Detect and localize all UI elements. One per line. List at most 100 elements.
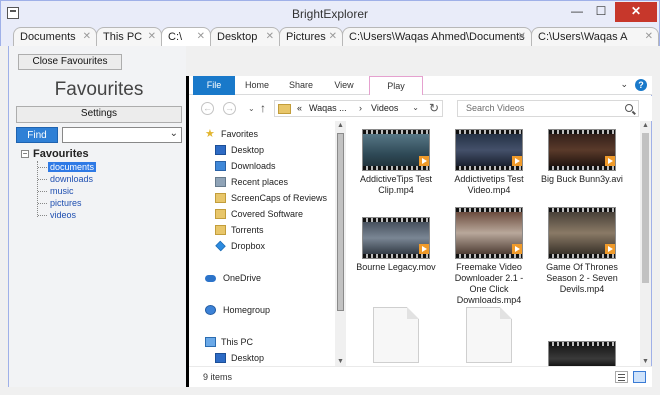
- nav-item-downloads[interactable]: Downloads: [189, 158, 349, 174]
- nav-favorites[interactable]: ★ Favorites: [189, 126, 349, 142]
- maximize-button[interactable]: ☐: [589, 2, 613, 22]
- ribbon-tab-share[interactable]: Share: [283, 76, 319, 95]
- forward-arrow-icon[interactable]: →: [223, 102, 236, 115]
- file-item[interactable]: Addictivetips Test Video.mp4: [445, 129, 533, 196]
- search-icon[interactable]: [625, 104, 633, 112]
- tree-item-label: documents: [48, 162, 97, 172]
- file-item[interactable]: AddictiveTips Test Clip.mp4: [352, 129, 440, 196]
- find-dropdown[interactable]: ⌄: [62, 127, 182, 143]
- scrollbar-thumb[interactable]: [642, 133, 649, 283]
- settings-button[interactable]: Settings: [16, 106, 182, 123]
- video-thumbnail: [455, 129, 523, 171]
- nav-item-covered-software[interactable]: Covered Software: [189, 206, 349, 222]
- nav-homegroup[interactable]: Homegroup: [189, 302, 349, 318]
- window-title: BrightExplorer: [291, 7, 369, 21]
- large-icons-view-icon[interactable]: [633, 371, 646, 383]
- scroll-down-icon[interactable]: ▼: [641, 358, 650, 365]
- tab-close-icon[interactable]: ✕: [148, 28, 156, 46]
- play-icon: [512, 244, 522, 254]
- nav-label: Desktop: [231, 353, 265, 363]
- nav-this-pc[interactable]: This PC: [189, 334, 349, 350]
- close-favourites-button[interactable]: Close Favourites: [18, 54, 122, 70]
- file-item[interactable]: Bourne Legacy.mov: [352, 217, 440, 273]
- file-item[interactable]: [445, 307, 533, 363]
- tree-item-documents[interactable]: documents: [38, 161, 181, 173]
- tab-documents[interactable]: Documents ✕: [13, 27, 97, 46]
- details-view-icon[interactable]: [615, 371, 628, 383]
- tab-pictures[interactable]: Pictures ✕: [279, 27, 343, 46]
- tab-documents-path[interactable]: C:\Users\Waqas Ahmed\Documents ✕: [342, 27, 532, 46]
- nav-item-dropbox[interactable]: Dropbox: [189, 238, 349, 254]
- film-strip: [363, 130, 429, 134]
- breadcrumb-videos[interactable]: Videos: [371, 103, 398, 113]
- find-button[interactable]: Find: [16, 127, 58, 143]
- tab-this-pc[interactable]: This PC ✕: [96, 27, 162, 46]
- explorer-pane: File Home Share View Play ⌄ ? ← → ⌄ ↑ « …: [189, 76, 652, 387]
- nav-onedrive[interactable]: OneDrive: [189, 270, 349, 286]
- nav-item-screencaps[interactable]: ScreenCaps of Reviews: [189, 190, 349, 206]
- computer-icon: [205, 337, 216, 347]
- scroll-up-icon[interactable]: ▲: [336, 122, 345, 129]
- ribbon-tab-play[interactable]: Play: [369, 76, 423, 95]
- address-field[interactable]: « Waqas ... › Videos ⌄ ↻: [274, 100, 443, 117]
- breadcrumb-waqas[interactable]: Waqas ...: [309, 103, 347, 113]
- file-item[interactable]: Freemake Video Downloader 2.1 - One Clic…: [445, 207, 533, 306]
- recent-locations-icon[interactable]: ⌄: [248, 104, 255, 113]
- tab-close-icon[interactable]: ✕: [83, 28, 91, 46]
- nav-label: Torrents: [231, 225, 264, 235]
- collapse-icon[interactable]: −: [21, 150, 29, 158]
- refresh-icon[interactable]: ↻: [429, 101, 439, 115]
- nav-item-recent-places[interactable]: Recent places: [189, 174, 349, 190]
- film-strip: [549, 342, 615, 346]
- tab-label: Documents: [20, 31, 76, 43]
- tab-close-icon[interactable]: ✕: [645, 28, 653, 46]
- tab-c-drive[interactable]: C:\ ✕: [161, 27, 211, 46]
- minimize-button[interactable]: —: [565, 2, 589, 22]
- address-prefix: «: [297, 103, 303, 113]
- ribbon-tab-home[interactable]: Home: [239, 76, 275, 95]
- tree-item-music[interactable]: music: [38, 185, 181, 197]
- tab-close-icon[interactable]: ✕: [266, 28, 274, 46]
- favourites-heading: Favourites: [54, 79, 144, 100]
- up-arrow-icon[interactable]: ↑: [260, 101, 266, 115]
- ribbon-tab-view[interactable]: View: [327, 76, 361, 95]
- scroll-up-icon[interactable]: ▲: [641, 122, 650, 129]
- nav-label: Recent places: [231, 177, 289, 187]
- breadcrumb-separator-icon[interactable]: ›: [359, 103, 362, 113]
- tree-item-pictures[interactable]: pictures: [38, 197, 181, 209]
- search-input[interactable]: Search Videos: [457, 100, 639, 117]
- content-scrollbar[interactable]: ▲ ▼: [640, 121, 651, 366]
- nav-item-desktop[interactable]: Desktop: [189, 142, 349, 158]
- tree-item-downloads[interactable]: downloads: [38, 173, 181, 185]
- tab-desktop[interactable]: Desktop ✕: [210, 27, 280, 46]
- address-dropdown-icon[interactable]: ⌄: [412, 103, 419, 112]
- nav-pc-desktop[interactable]: Desktop: [189, 350, 349, 366]
- scroll-down-icon[interactable]: ▼: [336, 358, 345, 365]
- tab-close-icon[interactable]: ✕: [197, 28, 205, 46]
- nav-label: ScreenCaps of Reviews: [231, 193, 328, 203]
- navigation-scrollbar[interactable]: ▲ ▼: [335, 121, 346, 366]
- tree-item-videos[interactable]: videos: [38, 209, 181, 221]
- nav-item-torrents[interactable]: Torrents: [189, 222, 349, 238]
- play-icon: [605, 244, 615, 254]
- film-strip: [549, 130, 615, 134]
- back-arrow-icon[interactable]: ←: [201, 102, 214, 115]
- tree-root-favourites[interactable]: − Favourites: [21, 148, 181, 161]
- tab-user-path[interactable]: C:\Users\Waqas A ✕: [531, 27, 659, 46]
- expand-ribbon-icon[interactable]: ⌄: [620, 79, 628, 90]
- ribbon-tab-file[interactable]: File: [193, 76, 235, 95]
- file-item[interactable]: Game Of Thrones Season 2 - Seven Devils.…: [538, 207, 626, 295]
- tab-close-icon[interactable]: ✕: [329, 28, 337, 46]
- scrollbar-thumb[interactable]: [337, 133, 344, 311]
- file-name: Game Of Thrones Season 2 - Seven Devils.…: [546, 262, 618, 294]
- search-placeholder: Search Videos: [466, 103, 525, 113]
- file-item[interactable]: Big Buck Bunn3y.avi: [538, 129, 626, 185]
- file-item[interactable]: [352, 307, 440, 363]
- close-window-button[interactable]: ✕: [615, 2, 657, 22]
- tab-close-icon[interactable]: ✕: [518, 28, 526, 46]
- downloads-icon: [215, 161, 226, 171]
- file-item[interactable]: [538, 341, 626, 366]
- onedrive-cloud-icon: [205, 275, 216, 282]
- video-thumbnail: [548, 207, 616, 259]
- help-icon[interactable]: ?: [635, 79, 647, 91]
